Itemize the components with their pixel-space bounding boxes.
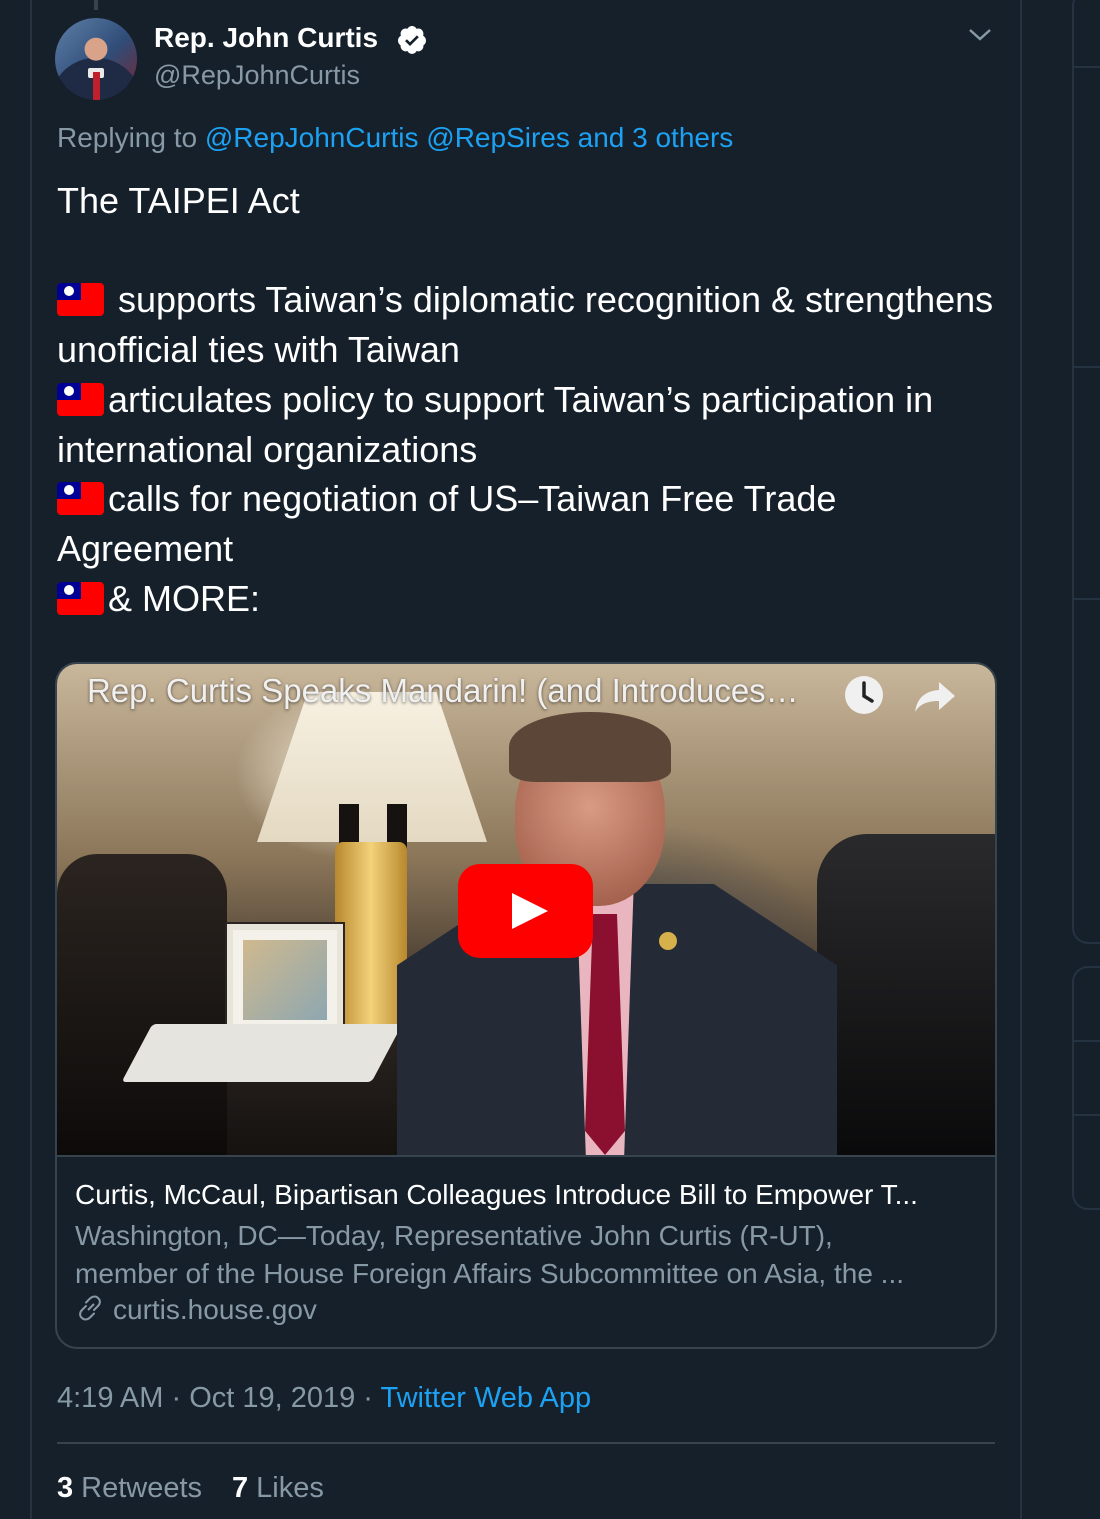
- watch-later-clock-icon[interactable]: [843, 674, 885, 716]
- avatar-tie: [93, 72, 100, 100]
- column-border-right: [1020, 0, 1022, 1519]
- thumbnail-photo-frame: [227, 924, 343, 1036]
- tweet-time[interactable]: 4:19 AM: [57, 1382, 163, 1414]
- replying-to: Replying to @RepJohnCurtis @RepSires and…: [57, 122, 733, 154]
- tweet-source-link[interactable]: Twitter Web App: [381, 1382, 592, 1414]
- card-description-line-2: member of the House Foreign Affairs Subc…: [75, 1258, 905, 1289]
- thumbnail-lapel-pin: [659, 932, 677, 950]
- share-arrow-icon[interactable]: [913, 676, 957, 716]
- retweets-stat[interactable]: 3 Retweets: [57, 1472, 202, 1504]
- card-title[interactable]: Curtis, McCaul, Bipartisan Colleagues In…: [75, 1179, 918, 1211]
- stats-divider: [57, 1442, 995, 1444]
- taiwan-flag-icon: [57, 382, 104, 416]
- author-handle[interactable]: @RepJohnCurtis: [154, 60, 360, 91]
- sidebar-divider: [1072, 366, 1100, 368]
- card-meta[interactable]: Curtis, McCaul, Bipartisan Colleagues In…: [57, 1155, 995, 1347]
- tweet-stats: 3 Retweets 7 Likes: [57, 1472, 324, 1505]
- video-title[interactable]: Rep. Curtis Speaks Mandarin! (and Introd…: [87, 672, 799, 710]
- right-sidebar-edge: [1072, 0, 1100, 1519]
- sidebar-divider: [1072, 598, 1100, 600]
- thumbnail-chair: [57, 854, 227, 1155]
- chevron-down-icon[interactable]: [966, 24, 994, 46]
- tweet-line-3-text: calls for negotiation of US–Taiwan Free …: [57, 478, 837, 569]
- sidebar-divider: [1072, 66, 1100, 68]
- likes-count: 7: [232, 1472, 249, 1504]
- sidebar-divider: [1072, 1114, 1100, 1116]
- tweet-heading: The TAIPEI Act: [57, 180, 300, 221]
- card-domain-text: curtis.house.gov: [113, 1294, 317, 1325]
- tweet-text: The TAIPEI Act supports Taiwan’s diploma…: [57, 176, 1007, 623]
- link-icon: [79, 1295, 101, 1321]
- taiwan-flag-icon: [57, 581, 104, 615]
- likes-label: Likes: [256, 1472, 324, 1504]
- retweets-count: 3: [57, 1472, 74, 1504]
- thumbnail-sofa: [817, 834, 995, 1155]
- author-name[interactable]: Rep. John Curtis: [154, 22, 378, 54]
- avatar[interactable]: [55, 18, 137, 100]
- tweet-line-1: supports Taiwan’s diplomatic recognition…: [57, 275, 1007, 374]
- tweet-line-2: articulates policy to support Taiwan’s p…: [57, 375, 1007, 474]
- tweet-line-4-text: & MORE:: [108, 577, 261, 619]
- thumbnail-lampshade: [257, 692, 487, 842]
- tweet-date[interactable]: Oct 19, 2019: [189, 1382, 355, 1414]
- taiwan-flag-icon: [57, 283, 104, 317]
- separator-dot: ·: [163, 1382, 190, 1414]
- video-thumbnail[interactable]: Rep. Curtis Speaks Mandarin! (and Introd…: [57, 664, 995, 1155]
- card-description-line-1: Washington, DC—Today, Representative Joh…: [75, 1220, 833, 1251]
- thumbnail-lamp-base: [335, 842, 407, 1032]
- link-preview-card[interactable]: Rep. Curtis Speaks Mandarin! (and Introd…: [55, 662, 997, 1349]
- replying-to-links[interactable]: @RepJohnCurtis @RepSires and 3 others: [205, 122, 733, 153]
- sidebar-divider: [1072, 1040, 1100, 1042]
- likes-stat[interactable]: 7 Likes: [232, 1472, 324, 1504]
- tweet-timestamp: 4:19 AM · Oct 19, 2019 · Twitter Web App: [57, 1382, 591, 1415]
- tweet-line-3: calls for negotiation of US–Taiwan Free …: [57, 474, 1007, 573]
- tweet-line-1-text: supports Taiwan’s diplomatic recognition…: [57, 279, 994, 371]
- tweet-line-2-text: articulates policy to support Taiwan’s p…: [57, 378, 934, 470]
- tweet-line-4: & MORE:: [57, 574, 1007, 624]
- youtube-play-button[interactable]: [458, 864, 593, 958]
- retweets-label: Retweets: [81, 1472, 203, 1504]
- thumbnail-keyboard: [121, 1024, 403, 1082]
- thread-connector-line: [94, 0, 98, 10]
- separator-dot: ·: [355, 1382, 381, 1414]
- card-description: Washington, DC—Today, Representative Joh…: [75, 1217, 975, 1293]
- taiwan-flag-icon: [57, 482, 104, 516]
- replying-prefix: Replying to: [57, 122, 205, 153]
- column-border-left: [30, 0, 32, 1519]
- verified-badge-icon: [398, 26, 426, 54]
- thumbnail-hair: [509, 712, 671, 782]
- sidebar-panel-edge: [1072, 0, 1100, 944]
- card-domain[interactable]: curtis.house.gov: [75, 1293, 317, 1326]
- sidebar-panel-edge: [1072, 966, 1100, 1210]
